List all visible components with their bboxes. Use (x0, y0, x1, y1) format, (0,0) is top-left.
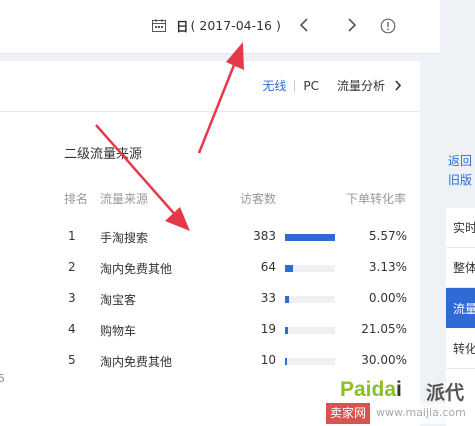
watermark-badge: 卖家网 (326, 403, 370, 424)
visitor-share-bar (285, 296, 335, 303)
conversion-cell: 0.00% (368, 291, 407, 305)
source-cell: 淘内免费其他 (100, 355, 173, 369)
source-cell: 购物车 (100, 324, 137, 338)
old-version-link[interactable]: 旧版 (448, 171, 472, 190)
rank-cell: 4 (68, 322, 76, 336)
table-row[interactable]: 1 手淘搜索 383 5.57% (0, 229, 420, 249)
side-links: 返回 旧版 (448, 152, 472, 190)
rank-cell: 1 (68, 229, 76, 243)
calendar-icon (152, 19, 166, 32)
info-icon[interactable] (380, 18, 396, 34)
date-value: ( 2017-04-16 ) (190, 18, 281, 33)
rank-cell: 2 (68, 260, 76, 274)
table-row[interactable]: 4 购物车 19 21.05% (0, 322, 420, 342)
side-nav-item-conversion[interactable]: 转化 (446, 329, 475, 369)
visitor-share-bar (285, 234, 335, 241)
conversion-cell: 5.57% (368, 229, 407, 243)
device-tabs: 无线 PC 流量分析 (262, 77, 402, 94)
visitor-share-bar (285, 358, 335, 365)
visitors-cell: 64 (260, 260, 276, 274)
column-header-conversion: 下单转化率 (346, 192, 407, 206)
visitors-cell: 383 (253, 229, 276, 243)
visitors-cell: 33 (260, 291, 276, 305)
section-title: 二级流量来源 (64, 147, 143, 162)
visitors-cell: 19 (260, 322, 276, 336)
source-cell: 手淘搜索 (100, 231, 149, 245)
side-nav-item-traffic[interactable]: 流量 (446, 288, 475, 328)
source-cell: 淘内免费其他 (100, 262, 173, 276)
tab-divider (294, 79, 296, 92)
table-row[interactable]: 2 淘内免费其他 64 3.13% (0, 260, 420, 280)
tab-wireless[interactable]: 无线 (262, 77, 286, 94)
conversion-cell: 30.00% (361, 353, 407, 367)
source-cell: 淘宝客 (100, 293, 137, 307)
traffic-source-card: 无线 PC 流量分析 二级流量来源 排名 流量来源 访客数 下单转化率 1 手淘… (0, 61, 420, 426)
top-bar: 日 ( 2017-04-16 ) (0, 0, 440, 54)
conversion-cell: 3.13% (368, 260, 407, 274)
visitor-share-bar (285, 327, 335, 334)
chevron-right-icon[interactable] (394, 80, 402, 91)
side-nav-item-realtime[interactable]: 实时 (446, 208, 475, 248)
date-picker[interactable]: 日 ( 2017-04-16 ) (152, 16, 281, 35)
column-header-visitors: 访客数 (240, 192, 277, 206)
conversion-cell: 21.05% (361, 322, 407, 336)
visitor-share-fill (285, 265, 294, 272)
watermark-strip: 卖家网 www.maijia.com (326, 403, 475, 424)
card-header: 无线 PC 流量分析 (0, 61, 420, 112)
rank-cell: 3 (68, 291, 76, 305)
column-header-rank: 排名 (64, 192, 89, 206)
watermark-logo: Paidai (340, 378, 402, 401)
traffic-analysis-link[interactable]: 流量分析 (337, 77, 385, 94)
back-link[interactable]: 返回 (448, 152, 472, 171)
watermark-logo-zh: 派代 (426, 382, 465, 404)
visitor-share-fill (285, 327, 288, 334)
table-row[interactable]: 5 淘内免费其他 10 30.00% (0, 353, 420, 373)
side-nav-item-overall[interactable]: 整体 (446, 248, 475, 288)
partial-number: 5 (0, 372, 5, 385)
date-granularity: 日 (176, 19, 189, 34)
visitor-share-fill (285, 234, 335, 241)
visitor-share-bar (285, 265, 335, 272)
rank-cell: 5 (68, 353, 76, 367)
visitors-cell: 10 (260, 353, 276, 367)
visitor-share-fill (285, 296, 290, 303)
visitor-share-fill (285, 358, 287, 365)
table-row[interactable]: 3 淘宝客 33 0.00% (0, 291, 420, 311)
watermark-url: www.maijia.com (376, 406, 466, 419)
column-header-source: 流量来源 (100, 192, 149, 206)
chevron-left-icon[interactable] (296, 15, 314, 35)
watermark: Paidai 派代 卖家网 www.maijia.com (326, 378, 475, 426)
chevron-right-icon[interactable] (342, 15, 360, 35)
tab-pc[interactable]: PC (303, 79, 319, 93)
